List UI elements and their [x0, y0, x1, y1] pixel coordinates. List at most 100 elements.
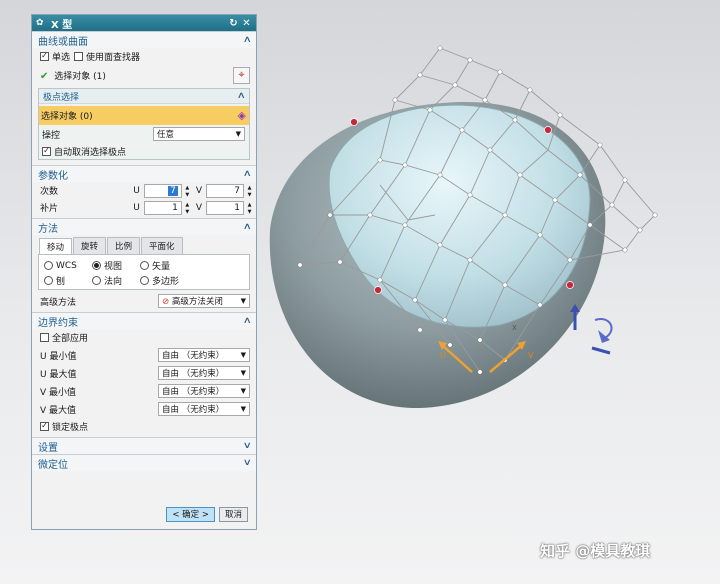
patch-v-label: V	[195, 202, 202, 213]
degree-label: 次数	[40, 187, 59, 197]
pole-select-object-row[interactable]: 选择对象 (0) ◈	[39, 106, 249, 125]
degree-v-input[interactable]: 7 ▲ ▼	[206, 183, 251, 198]
tab-planarize[interactable]: 平面化	[141, 237, 183, 254]
spin-arrows-icon: ▲ ▼	[185, 184, 190, 198]
section-method-title: 方法	[38, 223, 58, 235]
patch-v-input[interactable]: 1 ▲ ▼	[206, 200, 251, 215]
v-max-select[interactable]: 自由 （无约束） ▼	[158, 402, 250, 416]
chevron-down-icon[interactable]: ∨	[243, 458, 252, 468]
spin-arrows-icon: ▲ ▼	[247, 184, 252, 198]
single-select-label: 单选	[52, 52, 71, 63]
prohibited-icon: ⊘	[162, 297, 170, 307]
patch-label: 补片	[40, 204, 59, 214]
lock-poles-label: 锁定极点	[52, 422, 89, 433]
section-curve-header[interactable]: 曲线或曲面 ∧	[32, 31, 256, 48]
advanced-method-row: 高级方法 ⊘ 高级方法关闭 ▼	[32, 290, 256, 312]
x-axis-label: X	[512, 324, 517, 332]
v-axis-label: V	[528, 351, 534, 360]
dialog-title: X 型	[51, 19, 73, 31]
cancel-button[interactable]: 取消	[218, 506, 248, 522]
u-max-select[interactable]: 自由 （无约束） ▼	[158, 366, 250, 380]
radio-normal[interactable]: 法向	[92, 273, 140, 288]
section-settings-header[interactable]: 设置 ∨	[32, 437, 256, 454]
u-max-row: U 最大值 自由 （无约束） ▼	[32, 364, 256, 382]
crosshair-icon[interactable]: ⌖	[233, 66, 250, 84]
advanced-method-label: 高级方法	[40, 297, 77, 308]
move-tab-body: WCS 视图 矢量 刨 法向 多边形	[38, 254, 250, 290]
lock-poles-row: ✓ 锁定极点	[32, 418, 256, 434]
auto-deselect-label: 自动取消选择极点	[54, 147, 127, 158]
section-curve-title: 曲线或曲面	[38, 36, 88, 48]
v-min-label: V 最小值	[40, 387, 77, 398]
spin-arrows-icon: ▲ ▼	[247, 201, 252, 215]
select-object-row[interactable]: ✔ 选择对象 (1) ⌖	[32, 64, 256, 86]
section-settings-title: 设置	[38, 442, 58, 454]
chevron-up-icon[interactable]: ∧	[243, 35, 252, 45]
pole-selection-header[interactable]: 极点选择 ∧	[39, 89, 249, 104]
degree-row: 次数 U 7 ▲ ▼ V 7 ▲ ▼	[32, 182, 256, 199]
manipulate-label: 操控	[42, 130, 61, 141]
lock-poles-checkbox[interactable]: ✓	[40, 421, 49, 431]
manipulate-row: 操控 任意 ▼	[39, 125, 249, 143]
chevron-down-icon: ▼	[240, 405, 246, 413]
single-select-row: ✓ 单选 使用面查找器	[32, 48, 256, 64]
patch-u-label: U	[133, 202, 140, 213]
section-boundary-header[interactable]: 边界约束 ∧	[32, 312, 256, 329]
section-boundary-title: 边界约束	[38, 317, 78, 329]
chevron-up-icon[interactable]: ∧	[237, 91, 246, 101]
method-tabs: 移动 旋转 比例 平面化	[39, 237, 250, 254]
section-method-header[interactable]: 方法 ∧	[32, 218, 256, 235]
gear-icon[interactable]: ✿	[36, 18, 46, 28]
pole-select-icon[interactable]: ◈	[238, 109, 246, 122]
chevron-up-icon[interactable]: ∧	[243, 222, 252, 232]
pole-selection-title: 极点选择	[43, 92, 80, 103]
rotate-manipulator-icon	[570, 304, 613, 355]
checkmark-icon: ✔	[40, 70, 49, 82]
radio-wcs[interactable]: WCS	[44, 258, 92, 273]
section-param-header[interactable]: 参数化 ∧	[32, 165, 256, 182]
radio-polygon[interactable]: 多边形	[140, 273, 200, 288]
single-select-checkbox[interactable]: ✓	[40, 51, 49, 61]
face-finder-checkbox[interactable]	[74, 51, 84, 61]
chevron-up-icon[interactable]: ∧	[243, 316, 252, 326]
degree-u-input[interactable]: 7 ▲ ▼	[143, 183, 189, 198]
chevron-up-icon[interactable]: ∧	[243, 169, 252, 179]
select-object-label: 选择对象 (1)	[54, 71, 106, 82]
face-finder-label: 使用面查找器	[86, 52, 141, 63]
v-min-row: V 最小值 自由 （无约束） ▼	[32, 382, 256, 400]
radio-plane[interactable]: 刨	[44, 273, 92, 288]
dialog-titlebar: ✿ X 型 ↻ ✕	[32, 15, 256, 31]
radio-vector[interactable]: 矢量	[140, 258, 200, 273]
chevron-down-icon[interactable]: ∨	[243, 441, 252, 451]
advanced-method-value: 高级方法关闭	[171, 297, 223, 307]
auto-deselect-row: ✓ 自动取消选择极点	[39, 143, 249, 159]
section-micro-header[interactable]: 微定位 ∨	[32, 454, 256, 471]
ok-button[interactable]: < 确定 >	[166, 506, 215, 522]
close-icon[interactable]: ✕	[241, 18, 252, 29]
pole-select-object-label: 选择对象 (0)	[41, 112, 93, 122]
dialog-footer: < 确定 > 取消	[32, 499, 256, 529]
apply-all-row: 全部应用	[32, 329, 256, 346]
u-min-row: U 最小值 自由 （无约束） ▼	[32, 346, 256, 364]
patch-u-input[interactable]: 1 ▲ ▼	[143, 200, 189, 215]
v-min-select[interactable]: 自由 （无约束） ▼	[158, 384, 250, 398]
advanced-method-select[interactable]: ⊘ 高级方法关闭 ▼	[158, 294, 250, 308]
auto-deselect-checkbox[interactable]: ✓	[42, 146, 51, 156]
apply-all-label: 全部应用	[52, 334, 89, 344]
apply-all-checkbox[interactable]	[40, 333, 49, 342]
chevron-down-icon: ▼	[240, 369, 246, 377]
manipulate-select[interactable]: 任意 ▼	[153, 127, 245, 141]
radio-view[interactable]: 视图	[92, 258, 140, 273]
tab-move[interactable]: 移动	[39, 238, 73, 254]
u-min-select[interactable]: 自由 （无约束） ▼	[158, 348, 250, 362]
section-param-title: 参数化	[38, 170, 68, 182]
reset-icon[interactable]: ↻	[228, 18, 239, 29]
chevron-down-icon: ▼	[235, 130, 241, 138]
v-max-label: V 最大值	[40, 405, 77, 416]
section-micro-title: 微定位	[38, 459, 68, 471]
degree-u-label: U	[133, 185, 140, 196]
tab-rotate[interactable]: 旋转	[73, 237, 107, 254]
chevron-down-icon: ▼	[240, 297, 246, 305]
tab-scale[interactable]: 比例	[107, 237, 141, 254]
pole-selection-panel: 极点选择 ∧ 选择对象 (0) ◈ 操控 任意 ▼ ✓ 自动取消选择极点	[38, 88, 250, 160]
